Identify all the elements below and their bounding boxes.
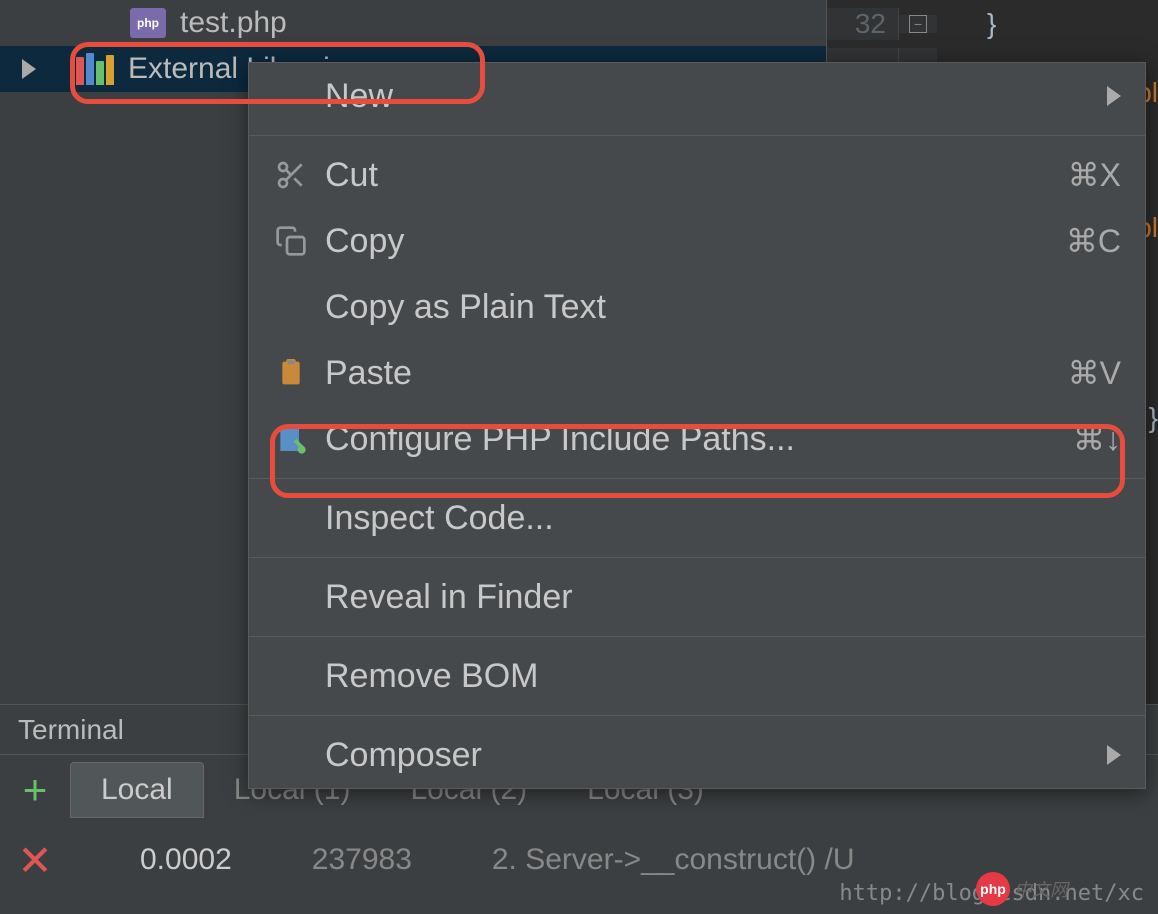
menu-separator [249, 636, 1145, 637]
menu-label: New [315, 77, 1107, 116]
menu-inspect-code[interactable]: Inspect Code... [249, 485, 1145, 551]
line-number: 32 [827, 8, 899, 40]
menu-shortcut: ⌘X [1068, 156, 1121, 194]
terminal-output: 0.0002 237983 2. Server->__construct() /… [70, 825, 935, 895]
fold-gutter[interactable]: − [899, 15, 937, 33]
menu-separator [249, 135, 1145, 136]
menu-label: Composer [267, 736, 1107, 775]
menu-copy-plain[interactable]: Copy as Plain Text [249, 274, 1145, 340]
menu-paste[interactable]: Paste ⌘V [249, 340, 1145, 406]
menu-label: Paste [315, 354, 1068, 393]
terminal-tab-active[interactable]: Local [70, 762, 204, 818]
menu-separator [249, 557, 1145, 558]
configure-icon [267, 423, 315, 455]
submenu-arrow-icon [1107, 86, 1121, 106]
scissors-icon [267, 159, 315, 191]
menu-configure-php[interactable]: Configure PHP Include Paths... ⌘↓ [249, 406, 1145, 472]
expand-arrow-icon[interactable] [22, 59, 36, 79]
code-brace: } [1149, 402, 1158, 433]
tree-file-label: test.php [180, 6, 287, 40]
paste-icon [267, 357, 315, 389]
context-menu: New Cut ⌘X Copy ⌘C Copy as Plain Text Pa… [248, 62, 1146, 789]
copy-icon [267, 225, 315, 257]
menu-remove-bom[interactable]: Remove BOM [249, 643, 1145, 709]
menu-composer[interactable]: Composer [249, 722, 1145, 788]
watermark-logo: php 中文网 [976, 872, 1068, 906]
terminal-close-button[interactable]: ✕ [0, 825, 70, 895]
code-brace: } [987, 8, 996, 39]
menu-copy[interactable]: Copy ⌘C [249, 208, 1145, 274]
menu-reveal-finder[interactable]: Reveal in Finder [249, 564, 1145, 630]
menu-label: Copy [315, 222, 1066, 261]
terminal-add-button[interactable]: + [0, 766, 70, 814]
menu-shortcut: ⌘V [1068, 354, 1121, 392]
menu-separator [249, 478, 1145, 479]
menu-shortcut: ⌘↓ [1073, 420, 1121, 458]
menu-label: Copy as Plain Text [267, 288, 1121, 327]
menu-label: Configure PHP Include Paths... [315, 420, 1073, 459]
menu-label: Remove BOM [267, 657, 1121, 696]
menu-shortcut: ⌘C [1066, 222, 1121, 260]
php-file-icon: php [130, 8, 166, 38]
tree-file-item[interactable]: php test.php [0, 0, 826, 46]
menu-separator [249, 715, 1145, 716]
menu-label: Cut [315, 156, 1068, 195]
submenu-arrow-icon [1107, 745, 1121, 765]
menu-label: Reveal in Finder [267, 578, 1121, 617]
menu-cut[interactable]: Cut ⌘X [249, 142, 1145, 208]
library-icon [76, 53, 114, 85]
menu-new[interactable]: New [249, 63, 1145, 129]
menu-label: Inspect Code... [267, 499, 1121, 538]
terminal-title: Terminal [18, 714, 124, 746]
